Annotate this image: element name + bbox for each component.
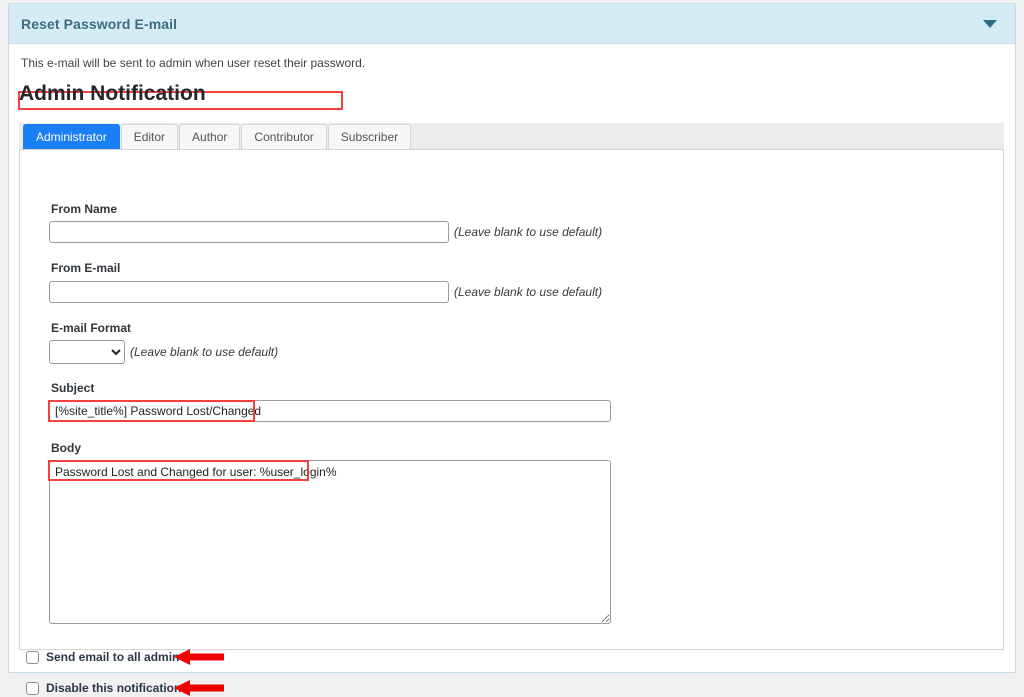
reset-password-email-postbox: Reset Password E-mail This e-mail will b… xyxy=(8,3,1016,673)
role-tabs: Administrator Editor Author Contributor … xyxy=(19,123,1004,150)
from-name-hint: (Leave blank to use default) xyxy=(454,225,602,239)
tab-editor[interactable]: Editor xyxy=(121,124,178,149)
disable-notification-label[interactable]: Disable this notification xyxy=(46,681,181,695)
body-textarea[interactable] xyxy=(49,460,611,624)
send-email-to-all-admin-checkbox[interactable] xyxy=(26,651,39,664)
annotation-arrow-disable-notification xyxy=(174,679,224,697)
annotation-arrow-send-email xyxy=(174,648,224,666)
body-label: Body xyxy=(51,441,81,455)
tab-author[interactable]: Author xyxy=(179,124,240,149)
from-name-input[interactable] xyxy=(49,221,449,243)
description-text: This e-mail will be sent to admin when u… xyxy=(21,56,365,70)
page-title: Reset Password E-mail xyxy=(21,16,177,32)
from-name-label: From Name xyxy=(51,202,117,216)
postbox-header[interactable]: Reset Password E-mail xyxy=(9,4,1015,44)
from-email-input[interactable] xyxy=(49,281,449,303)
disable-notification-row[interactable]: Disable this notification xyxy=(26,681,181,695)
tab-panel-administrator: From Name (Leave blank to use default) F… xyxy=(19,150,1004,650)
tab-subscriber[interactable]: Subscriber xyxy=(328,124,411,149)
disable-notification-checkbox[interactable] xyxy=(26,682,39,695)
tab-administrator[interactable]: Administrator xyxy=(23,124,120,149)
tab-contributor[interactable]: Contributor xyxy=(241,124,326,149)
subject-label: Subject xyxy=(51,381,94,395)
send-email-to-all-admin-row[interactable]: Send email to all admin xyxy=(26,650,179,664)
section-heading: Admin Notification xyxy=(19,82,206,106)
from-email-label: From E-mail xyxy=(51,261,120,275)
subject-input[interactable] xyxy=(49,400,611,422)
from-email-hint: (Leave blank to use default) xyxy=(454,285,602,299)
postbox-body: This e-mail will be sent to admin when u… xyxy=(9,44,1015,673)
email-format-label: E-mail Format xyxy=(51,321,131,335)
email-format-select[interactable] xyxy=(49,340,125,364)
email-format-hint: (Leave blank to use default) xyxy=(130,345,278,359)
chevron-down-icon[interactable] xyxy=(983,20,997,28)
send-email-to-all-admin-label[interactable]: Send email to all admin xyxy=(46,650,179,664)
